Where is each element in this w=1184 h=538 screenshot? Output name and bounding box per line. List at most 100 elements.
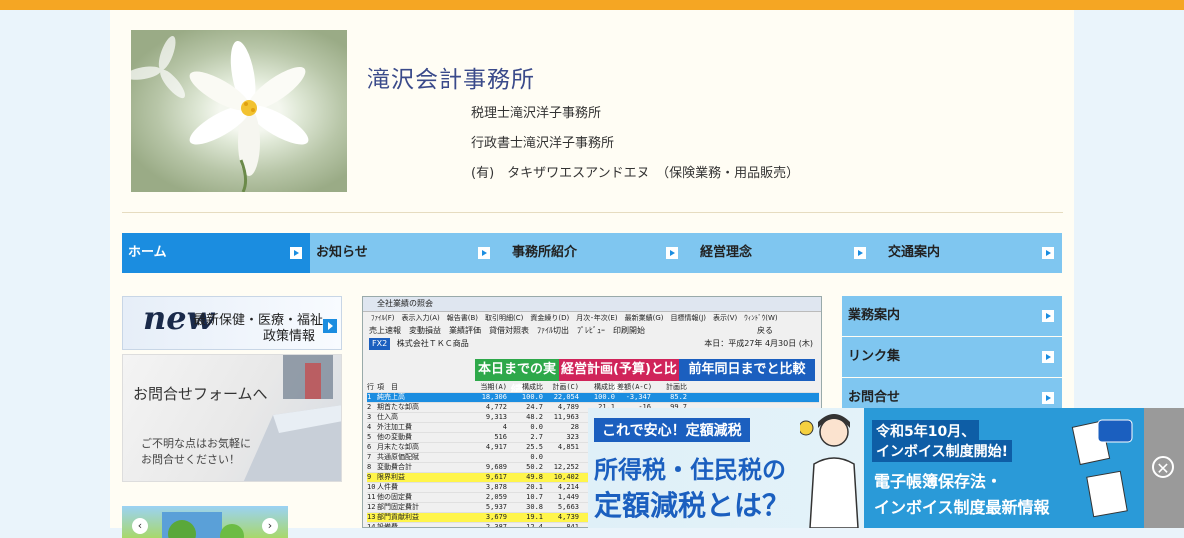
contact-form-banner[interactable]: お問合せフォームへ ご不明な点はお気軽に お問合せください！ — [122, 354, 342, 482]
sw-cell-value: 9,313 — [485, 413, 507, 421]
sw-cell-value: 5,937 — [485, 503, 507, 511]
nav-item-about[interactable]: 事務所紹介 — [498, 233, 686, 273]
sw-cell-item: 部門固定費計 — [377, 503, 419, 511]
sidebar-item-services[interactable]: 業務案内 — [842, 296, 1062, 336]
sw-cell-value: 85.2 — [670, 393, 687, 401]
sw-titlebar: 全社業績の照会 — [363, 297, 821, 312]
sw-cell-value: 10.7 — [526, 493, 543, 501]
sw-cell-value: 49.8 — [526, 473, 543, 481]
contact-form-title: お問合せフォームへ — [133, 385, 268, 403]
sw-cell-item: 設備費 — [377, 523, 398, 528]
sw-head-actual: 本日までの実績 — [475, 359, 559, 399]
sw-cell-value: 構成比 — [522, 383, 543, 391]
nav-item-philosophy[interactable]: 経営理念 — [686, 233, 874, 273]
contact-form-sub2: お問合せください！ — [141, 453, 240, 466]
sw-cell-value: 48.2 — [526, 413, 543, 421]
person-illustration-icon — [800, 414, 859, 528]
sidebar-item-label: 業務案内 — [848, 308, 901, 323]
sidebar-item-links[interactable]: リンク集 — [842, 337, 1062, 377]
sw-cell-value: 4,214 — [557, 483, 579, 491]
sw-head-prior: 前年同日までと比較 — [679, 359, 815, 381]
sw-cell-value: 5,663 — [557, 503, 579, 511]
slider-next-button[interactable]: › — [262, 518, 278, 534]
news-banner-line2: 政策情報 — [263, 329, 316, 344]
header-flower-photo — [131, 30, 347, 192]
sw-cell-no: 7 — [367, 453, 372, 461]
sw-cell-no: 行 — [367, 383, 374, 391]
slider-prev-button[interactable]: ‹ — [132, 518, 148, 534]
sidebar-item-label: リンク集 — [848, 349, 901, 364]
ad-banner[interactable]: これで安心！定額減税 所得税・住民税の 定額減税とは？ 令和5年10月、 インボ… — [588, 408, 1144, 528]
arrow-right-icon — [666, 247, 678, 259]
sw-cell-value: 516 — [494, 433, 507, 441]
ad-invoice-line4: インボイス制度最新情報 — [874, 498, 1050, 517]
sw-cell-value: 20.1 — [526, 483, 543, 491]
sw-cell-value: 4,772 — [485, 403, 507, 411]
sw-cell-item: 月末たな卸高 — [377, 443, 419, 451]
nav-item-home[interactable]: ホーム — [122, 233, 310, 273]
sw-cell-value: 4 — [502, 423, 507, 431]
sw-cell-value: 25.5 — [526, 443, 543, 451]
sw-cell-value: 841 — [566, 523, 579, 528]
office-name-company: (有) タキザワエスアンドエヌ （保険業務・用品販売） — [471, 166, 800, 181]
nav-item-access[interactable]: 交通案内 — [874, 233, 1062, 273]
sw-cell-item: 外注加工費 — [377, 423, 412, 431]
news-policy-banner[interactable]: new 最新保健・医療・福祉 政策情報 — [122, 296, 342, 350]
office-name-tax: 税理士滝沢洋子事務所 — [471, 106, 602, 121]
close-icon[interactable]: ✕ — [1152, 456, 1174, 478]
sw-title: 全社業績の照会 — [377, 299, 433, 308]
sw-cell-value: 2,387 — [485, 523, 507, 528]
sw-cell-value: 4,851 — [557, 443, 579, 451]
documents-icon — [1071, 419, 1133, 518]
sw-company-tag: FX2 — [369, 338, 391, 350]
office-name-admin: 行政書士滝沢洋子事務所 — [471, 136, 615, 151]
ad-invoice-line2: インボイス制度開始! — [872, 440, 1012, 462]
sw-table-row: 1 純売上高 18,306 100.0 22,054 100.0 -3,347 85.2 — [367, 393, 819, 403]
main-nav: ホーム お知らせ 事務所紹介 経営理念 交通案内 — [122, 233, 1062, 273]
sidebar-item-label: お問合せ — [848, 390, 901, 405]
sw-cell-no: 4 — [367, 423, 372, 431]
header-divider — [122, 212, 1063, 213]
arrow-right-icon — [323, 319, 337, 333]
ad-invoice-line3: 電子帳簿保存法・ — [874, 472, 1003, 491]
sw-cell-item: 項 目 — [377, 383, 398, 391]
sw-cell-no: 11 — [367, 493, 376, 501]
sw-cell-no: 2 — [367, 403, 372, 411]
sw-cell-value: 323 — [566, 433, 579, 441]
sw-cell-value: 18,306 — [481, 393, 507, 401]
sw-toolbar: 売上速報 変動損益 業績評価 貸借対照表 ﾌｧｲﾙ切出 ﾌﾟﾚﾋﾞｭｰ 印刷開始… — [369, 326, 773, 335]
sw-section-heads: 本日までの実績 経営計画(予算)と比較 前年同日までと比較 — [475, 359, 815, 399]
sw-cell-value: 差額(A-C) — [617, 383, 653, 391]
sw-cell-value: 0.0 — [530, 453, 543, 461]
arrow-right-icon — [290, 247, 302, 259]
nav-item-label: 経営理念 — [700, 245, 753, 260]
sw-cell-value: 0.0 — [530, 423, 543, 431]
nav-item-label: ホーム — [128, 245, 167, 260]
sw-cell-value: 計画(C) — [552, 383, 579, 391]
ad-invoice-line1: 令和5年10月、 — [872, 420, 980, 442]
sw-cell-item: 仕入高 — [377, 413, 398, 421]
sw-cell-value: 4,739 — [557, 513, 579, 521]
ad-invoice-panel[interactable]: 令和5年10月、 インボイス制度開始! 電子帳簿保存法・ インボイス制度最新情報 — [864, 408, 1144, 528]
contact-form-sub1: ご不明な点はお気軽に — [141, 437, 251, 450]
sw-company-row: FX2 株式会社ＴＫＣ商品 本日：平成27年 4月30日 (木) — [363, 338, 821, 350]
sw-cell-value — [473, 453, 509, 462]
sw-cell-no: 10 — [367, 483, 376, 491]
sw-cell-item: 限界利益 — [377, 473, 405, 481]
arrow-right-icon — [1042, 392, 1054, 404]
image-slider: ‹ › — [122, 506, 288, 538]
sw-cell-value: 構成比 — [594, 383, 615, 391]
sw-cell-no: 6 — [367, 443, 372, 451]
sw-cell-item: 他の変動費 — [377, 433, 412, 441]
sw-cell-value: 1,449 — [557, 493, 579, 501]
sw-cell-item: 他の固定費 — [377, 493, 412, 501]
top-accent-bar — [0, 0, 1184, 10]
sw-cell-item: 人件費 — [377, 483, 398, 491]
sw-cell-value: 30.8 — [526, 503, 543, 511]
sw-cell-item: 期首たな卸高 — [377, 403, 419, 411]
sw-cell-value — [545, 453, 581, 462]
nav-item-news[interactable]: お知らせ — [310, 233, 498, 273]
sw-company-name: 株式会社ＴＫＣ商品 — [396, 339, 469, 348]
sw-cell-value: 100.0 — [593, 393, 615, 401]
sw-table-row: 行項 目当期(A) 構成比 計画(C) 構成比 差額(A-C) 計画比 — [367, 383, 819, 393]
